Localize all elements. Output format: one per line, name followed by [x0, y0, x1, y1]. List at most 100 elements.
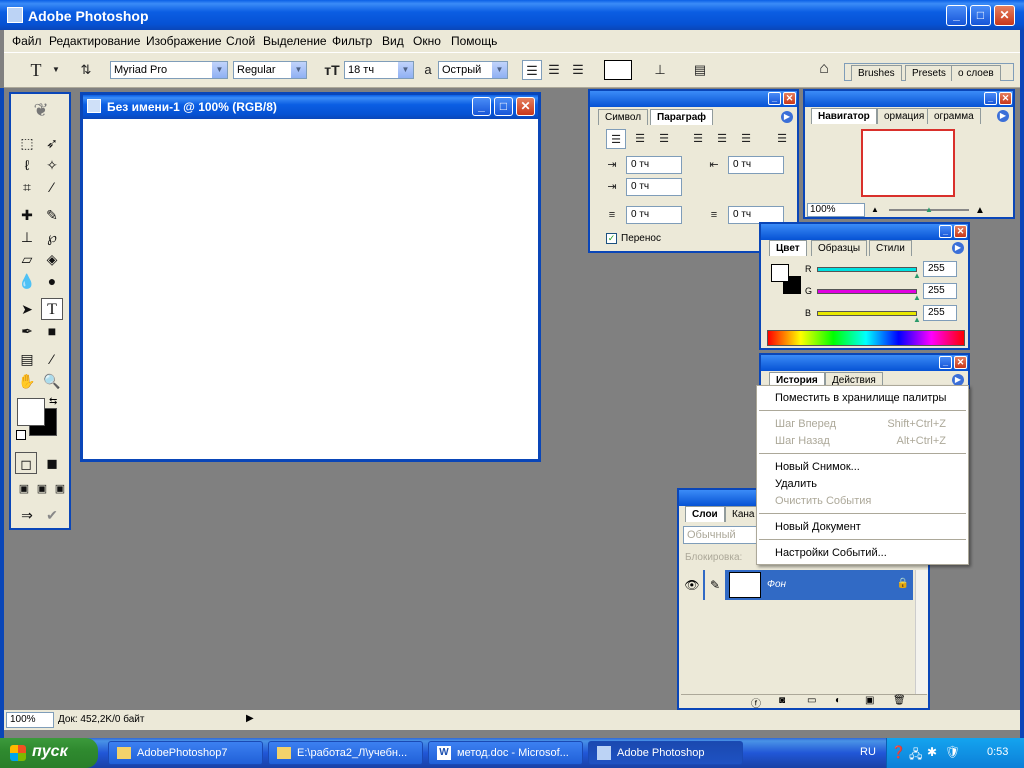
type-tool-icon[interactable]: T [41, 298, 63, 320]
close-button[interactable]: ✕ [994, 5, 1015, 26]
status-zoom-field[interactable]: 100% [6, 712, 54, 728]
tab-paragraph[interactable]: Параграф [650, 109, 714, 125]
tab-info[interactable]: ормация [877, 108, 932, 124]
layer-row-background[interactable]: 👁 ✎ Фон 🔒 [681, 570, 913, 600]
channel-g-field[interactable]: 255 [923, 283, 957, 299]
tab-histogram[interactable]: ограмма [927, 108, 981, 124]
new-layer-icon[interactable]: ▣ [865, 695, 874, 706]
security-icon[interactable]: 🛡 [945, 745, 960, 759]
channel-b-slider[interactable] [817, 311, 917, 316]
marquee-tool-icon[interactable]: ⬚ [16, 132, 38, 154]
minimize-button[interactable]: _ [946, 5, 967, 26]
move-tool-icon[interactable]: ➶ [41, 132, 63, 154]
align-right-icon[interactable]: ☰ [568, 60, 588, 80]
magic-wand-tool-icon[interactable]: ✧ [41, 154, 63, 176]
text-color-swatch[interactable] [604, 60, 632, 80]
feather-logo-icon[interactable]: ❦ [15, 100, 67, 122]
justify-last-right-icon[interactable]: ☰ [736, 129, 756, 149]
healing-brush-tool-icon[interactable]: ✚ [16, 204, 38, 226]
menu-help[interactable]: Помощь [451, 34, 497, 48]
document-maximize-button[interactable]: □ [494, 97, 513, 116]
menu-item-new-document[interactable]: Новый Документ [775, 521, 861, 533]
screen-mode-full-icon[interactable]: ▣ [49, 478, 71, 500]
quick-mask-mode-icon[interactable]: ◼ [41, 452, 63, 474]
notes-tool-icon[interactable]: ▤ [16, 348, 38, 370]
menu-item-clear-history[interactable]: Очистить События [775, 495, 871, 507]
font-style-select[interactable]: Regular ▼ [233, 61, 307, 79]
task-word-document[interactable]: W метод.doc - Microsof... [428, 741, 583, 765]
channel-r-slider[interactable] [817, 267, 917, 272]
network-icon[interactable]: 🖧 [909, 745, 922, 766]
channel-b-field[interactable]: 255 [923, 305, 957, 321]
paint-bucket-tool-icon[interactable]: ◈ [41, 248, 63, 270]
menu-view[interactable]: Вид [382, 34, 404, 48]
menu-item-delete[interactable]: Удалить [775, 478, 817, 490]
menu-item-history-options[interactable]: Настройки Событий... [775, 547, 887, 559]
file-browser-icon[interactable]: ⌂ [814, 59, 834, 79]
navigator-close-button[interactable]: ✕ [999, 92, 1012, 105]
type-tool-preset-icon[interactable]: T [26, 60, 46, 80]
adjustment-layer-icon[interactable]: ◐ [835, 695, 841, 706]
help-icon[interactable]: ❓ [891, 745, 906, 759]
menu-item-dock-to-palette-well[interactable]: Поместить в хранилище палитры [775, 392, 946, 404]
zoom-tool-icon[interactable]: 🔍 [41, 370, 63, 392]
navigator-minimize-button[interactable]: _ [984, 92, 997, 105]
slider-thumb-icon[interactable]: ▲ [913, 293, 921, 302]
antialias-select[interactable]: Острый ▼ [438, 61, 508, 79]
eraser-tool-icon[interactable]: ▱ [16, 248, 38, 270]
history-close-button[interactable]: ✕ [954, 356, 967, 369]
commit-icon[interactable]: ✔ [41, 504, 63, 526]
history-brush-tool-icon[interactable]: ℘ [41, 226, 63, 248]
indent-first-line-field[interactable]: 0 тч [626, 178, 682, 196]
channel-g-slider[interactable] [817, 289, 917, 294]
hand-tool-icon[interactable]: ✋ [16, 370, 38, 392]
indent-right-field[interactable]: 0 тч [728, 156, 784, 174]
paragraph-minimize-button[interactable]: _ [768, 92, 781, 105]
trash-icon[interactable]: 🗑 [893, 695, 906, 706]
eyedropper-tool-icon[interactable]: ⁄ [41, 348, 63, 370]
task-folder-work[interactable]: E:\работа2_Л\учебн... [268, 741, 423, 765]
layers-scrollbar[interactable] [915, 570, 928, 694]
eye-icon[interactable]: 👁 [681, 570, 703, 600]
channel-r-field[interactable]: 255 [923, 261, 957, 277]
tab-character[interactable]: Символ [598, 109, 649, 125]
palettes-toggle-icon[interactable]: ▤ [690, 60, 710, 80]
align-left-icon[interactable]: ☰ [606, 129, 626, 149]
align-right-icon[interactable]: ☰ [654, 129, 674, 149]
lasso-tool-icon[interactable]: ℓ [16, 154, 38, 176]
maximize-button[interactable]: □ [970, 5, 991, 26]
menu-item-step-backward[interactable]: Шаг Назад [775, 435, 830, 447]
swap-colors-icon[interactable]: ⇆ [49, 396, 57, 407]
path-selection-tool-icon[interactable]: ➤ [16, 298, 38, 320]
color-close-button[interactable]: ✕ [954, 225, 967, 238]
color-foreground-swatch[interactable] [771, 264, 789, 282]
menu-layer[interactable]: Слой [226, 34, 255, 48]
jump-to-imageready-icon[interactable]: ⇒ [16, 504, 38, 526]
menu-edit[interactable]: Редактирование [49, 34, 140, 48]
well-tab-presets[interactable]: Presets [905, 65, 953, 81]
tab-navigator[interactable]: Навигатор [811, 108, 877, 124]
font-size-select[interactable]: 18 тч ▼ [344, 61, 414, 79]
justify-all-icon[interactable]: ☰ [772, 129, 792, 149]
task-folder-photoshop7[interactable]: AdobePhotoshop7 [108, 741, 263, 765]
history-minimize-button[interactable]: _ [939, 356, 952, 369]
dodge-tool-icon[interactable]: ● [41, 270, 63, 292]
standard-mode-icon[interactable]: ◻ [15, 452, 37, 474]
palette-menu-icon[interactable]: ▶ [952, 242, 964, 254]
slider-thumb-icon[interactable]: ▲ [913, 315, 921, 324]
text-orientation-icon[interactable]: ⇅ [76, 60, 96, 80]
palette-menu-icon[interactable]: ▶ [781, 111, 793, 123]
tab-styles[interactable]: Стили [869, 240, 912, 256]
menu-select[interactable]: Выделение [263, 34, 327, 48]
paragraph-close-button[interactable]: ✕ [783, 92, 796, 105]
status-menu-arrow-icon[interactable]: ▶ [246, 713, 254, 724]
tab-color[interactable]: Цвет [769, 240, 807, 256]
default-colors-icon[interactable] [16, 430, 26, 440]
well-tab-layer-comps[interactable]: о слоев [951, 65, 1001, 81]
menu-image[interactable]: Изображение [146, 34, 222, 48]
align-center-icon[interactable]: ☰ [630, 129, 650, 149]
document-close-button[interactable]: ✕ [516, 97, 535, 116]
antivirus-icon[interactable]: ✱ [927, 745, 937, 759]
clone-stamp-tool-icon[interactable]: ⊥ [16, 226, 38, 248]
blend-mode-select[interactable]: Обычный [683, 526, 757, 544]
